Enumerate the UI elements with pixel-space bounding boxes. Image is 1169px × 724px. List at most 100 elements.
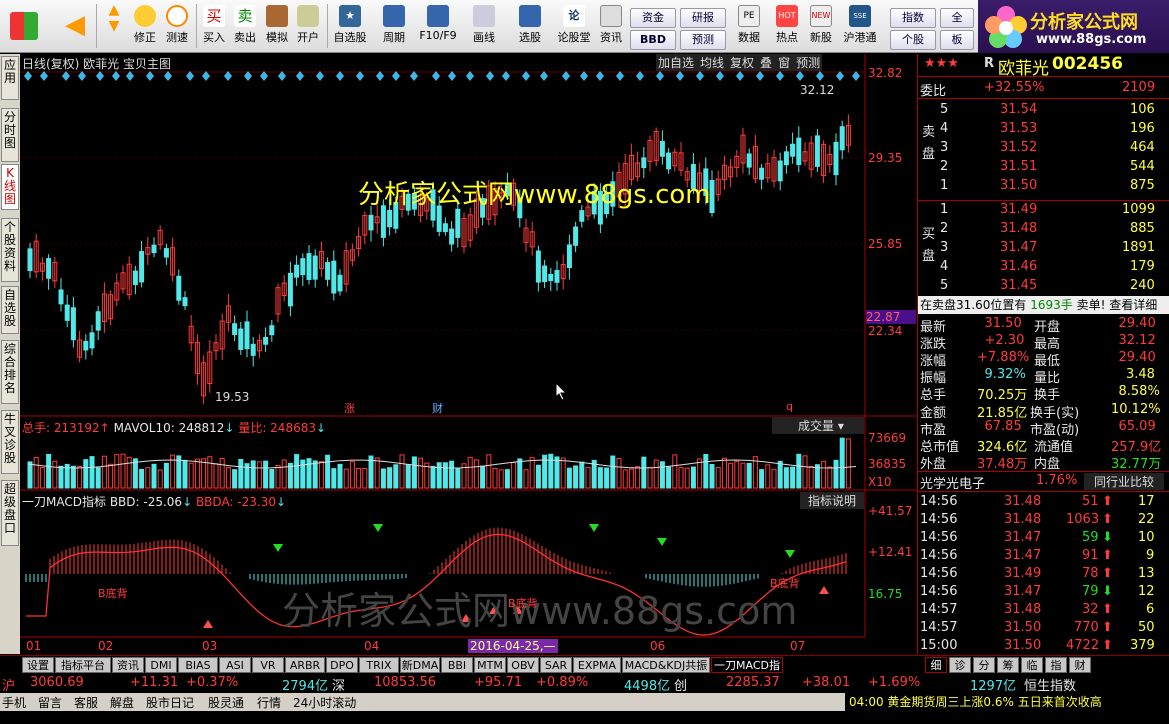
bottom-link[interactable]: 行情 bbox=[257, 694, 281, 711]
research-button[interactable]: 研报 bbox=[680, 8, 726, 28]
indicator-tab[interactable]: 设置 bbox=[22, 657, 54, 673]
sell-price[interactable]: 31.51 bbox=[1000, 159, 1037, 174]
nav-apps[interactable]: 应用 bbox=[1, 56, 19, 100]
right-tab[interactable]: 筹 bbox=[997, 657, 1019, 673]
bottom-link[interactable]: 解盘 bbox=[110, 694, 134, 711]
indicator-tab[interactable]: DMI bbox=[145, 657, 177, 673]
open-account-button[interactable]: 开户 bbox=[294, 2, 322, 52]
kline-chart[interactable]: 日线(复权) 欧菲光 宝贝主图 加自选 均线 复权 叠 窗 预测 32.82 2… bbox=[20, 54, 917, 654]
bottom-link[interactable]: 客服 bbox=[74, 694, 98, 711]
event-marker-cai[interactable]: 财 bbox=[432, 400, 443, 416]
buy-price[interactable]: 31.48 bbox=[1000, 221, 1037, 236]
up-down-button[interactable]: ▲ ▼ bbox=[102, 2, 126, 52]
indicator-tab[interactable]: MACD&KDJ共振 bbox=[622, 657, 710, 673]
nav-intraday[interactable]: 分时图 bbox=[1, 108, 19, 162]
sell-price[interactable]: 31.52 bbox=[1000, 140, 1037, 155]
sector-compare-button[interactable]: 同行业比较 bbox=[1084, 473, 1164, 490]
app-menu-button[interactable] bbox=[4, 2, 44, 52]
fund-button[interactable]: 资金 bbox=[630, 8, 676, 28]
forum-button[interactable]: 论论股堂 bbox=[554, 2, 594, 52]
hotspot-button[interactable]: HOT 热点 bbox=[772, 2, 802, 52]
bottom-link[interactable]: 留言 bbox=[38, 694, 62, 711]
indicator-tab[interactable]: BIAS bbox=[178, 657, 218, 673]
indicator-tab[interactable]: OBV bbox=[507, 657, 539, 673]
period-button[interactable]: 周期 bbox=[374, 2, 414, 52]
sector-button[interactable]: 板 bbox=[940, 30, 974, 50]
news-ticker[interactable]: 04:00 黄金期货周三上涨0.6% 五日来首次收高 bbox=[845, 693, 1169, 711]
speed-test-button[interactable]: 测速 bbox=[162, 2, 192, 52]
draw-line-button[interactable]: 画线 bbox=[464, 2, 504, 52]
wei-label: 委比 bbox=[920, 84, 947, 99]
right-tab[interactable]: 财 bbox=[1069, 657, 1091, 673]
back-button[interactable]: ◀ bbox=[60, 2, 90, 52]
indicator-tab[interactable]: SAR bbox=[540, 657, 572, 673]
window-btn[interactable]: 窗 bbox=[776, 54, 792, 71]
forecast-button[interactable]: 预测 bbox=[680, 30, 726, 50]
indicator-tab[interactable]: 指标平台 bbox=[55, 657, 111, 673]
nav-ranking[interactable]: 综合排名 bbox=[1, 340, 19, 404]
right-tab[interactable]: 细 bbox=[925, 657, 947, 673]
buy-price[interactable]: 31.49 bbox=[1000, 202, 1037, 217]
buy-volume: 1891 bbox=[1122, 240, 1156, 255]
right-tab[interactable]: 分 bbox=[973, 657, 995, 673]
stock-picker-button[interactable]: 选股 bbox=[510, 2, 550, 52]
nav-watchlist[interactable]: 自选股 bbox=[1, 286, 19, 334]
forecast-btn[interactable]: 预测 bbox=[794, 54, 822, 71]
bottom-link[interactable]: 手机 bbox=[2, 694, 26, 711]
data-button[interactable]: PE 数据 bbox=[734, 2, 764, 52]
event-marker-q[interactable]: q bbox=[786, 400, 793, 413]
bbd-button[interactable]: BBD bbox=[630, 30, 676, 50]
hs-label[interactable]: 恒生指数 bbox=[1024, 675, 1076, 694]
bottom-link[interactable]: 股市日记 bbox=[146, 694, 194, 711]
nav-profile[interactable]: 个股资料 bbox=[1, 218, 19, 282]
new-stock-button[interactable]: NEW 新股 bbox=[806, 2, 836, 52]
index-button[interactable]: 指数 bbox=[890, 8, 936, 28]
right-tab[interactable]: 指 bbox=[1045, 657, 1067, 673]
buy-price[interactable]: 31.46 bbox=[1000, 259, 1037, 274]
indicator-tab[interactable]: BBI bbox=[441, 657, 473, 673]
buy-button[interactable]: 买买入 bbox=[200, 2, 228, 52]
sell-price[interactable]: 31.54 bbox=[1000, 102, 1037, 117]
buy-price[interactable]: 31.45 bbox=[1000, 278, 1037, 293]
volume-bar bbox=[808, 465, 814, 489]
volume-select[interactable]: 成交量 ▾ bbox=[772, 417, 864, 434]
right-tab[interactable]: 临 bbox=[1021, 657, 1043, 673]
ma-btn[interactable]: 均线 bbox=[698, 54, 726, 71]
sell-price[interactable]: 31.53 bbox=[1000, 121, 1037, 136]
notice-link[interactable]: 卖单! 查看详细 bbox=[1077, 298, 1158, 312]
overlay-btn[interactable]: 叠 bbox=[758, 54, 774, 71]
indicator-tab[interactable]: ARBR bbox=[285, 657, 325, 673]
hk-connect-button[interactable]: SSE HK 沪港通 bbox=[840, 2, 880, 52]
sell-price[interactable]: 31.50 bbox=[1000, 178, 1037, 193]
buy-price[interactable]: 31.47 bbox=[1000, 240, 1037, 255]
bottom-link[interactable]: 24小时滚动 bbox=[293, 694, 356, 711]
nav-kline[interactable]: K线图 bbox=[1, 164, 19, 210]
indicator-tab[interactable]: 新DMA bbox=[400, 657, 440, 673]
all-button[interactable]: 全 bbox=[940, 8, 974, 28]
indicator-tab[interactable]: MTM bbox=[474, 657, 506, 673]
bottom-link[interactable]: 股灵通 bbox=[208, 694, 244, 711]
large-order-notice[interactable]: 在卖盘31.60位置有 1693手 卖单! 查看详细 bbox=[918, 296, 1169, 314]
news-button[interactable]: 资讯 bbox=[596, 2, 626, 52]
indicator-tab[interactable]: ASI bbox=[219, 657, 251, 673]
nav-level2[interactable]: 超级盘口 bbox=[1, 480, 19, 546]
indicator-tab[interactable]: 资讯 bbox=[112, 657, 144, 673]
sector-name[interactable]: 光学光电子 bbox=[920, 473, 985, 492]
watchlist-button[interactable]: ★ 自选股 bbox=[330, 2, 370, 52]
indicator-help-button[interactable]: 指标说明 bbox=[800, 492, 864, 509]
single-stock-button[interactable]: 个股 bbox=[890, 30, 936, 50]
adjust-btn[interactable]: 复权 bbox=[728, 54, 756, 71]
fix-button[interactable]: 修正 bbox=[130, 2, 160, 52]
add-watch-btn[interactable]: 加自选 bbox=[656, 54, 696, 71]
indicator-tab[interactable]: EXPMA bbox=[573, 657, 621, 673]
indicator-tab[interactable]: 一刀MACD指标 bbox=[711, 657, 783, 688]
sell-button[interactable]: 卖卖出 bbox=[231, 2, 259, 52]
nav-diagnosis[interactable]: 牛叉诊股 bbox=[1, 410, 19, 474]
indicator-tab[interactable]: DPO bbox=[326, 657, 358, 673]
event-marker-zhang[interactable]: 涨 bbox=[344, 400, 355, 416]
right-tab[interactable]: 诊 bbox=[949, 657, 971, 673]
simulate-button[interactable]: 模拟 bbox=[263, 2, 291, 52]
indicator-tab[interactable]: TRIX bbox=[359, 657, 399, 673]
f10-button[interactable]: F10/F9 bbox=[416, 2, 460, 52]
indicator-tab[interactable]: VR bbox=[252, 657, 284, 673]
